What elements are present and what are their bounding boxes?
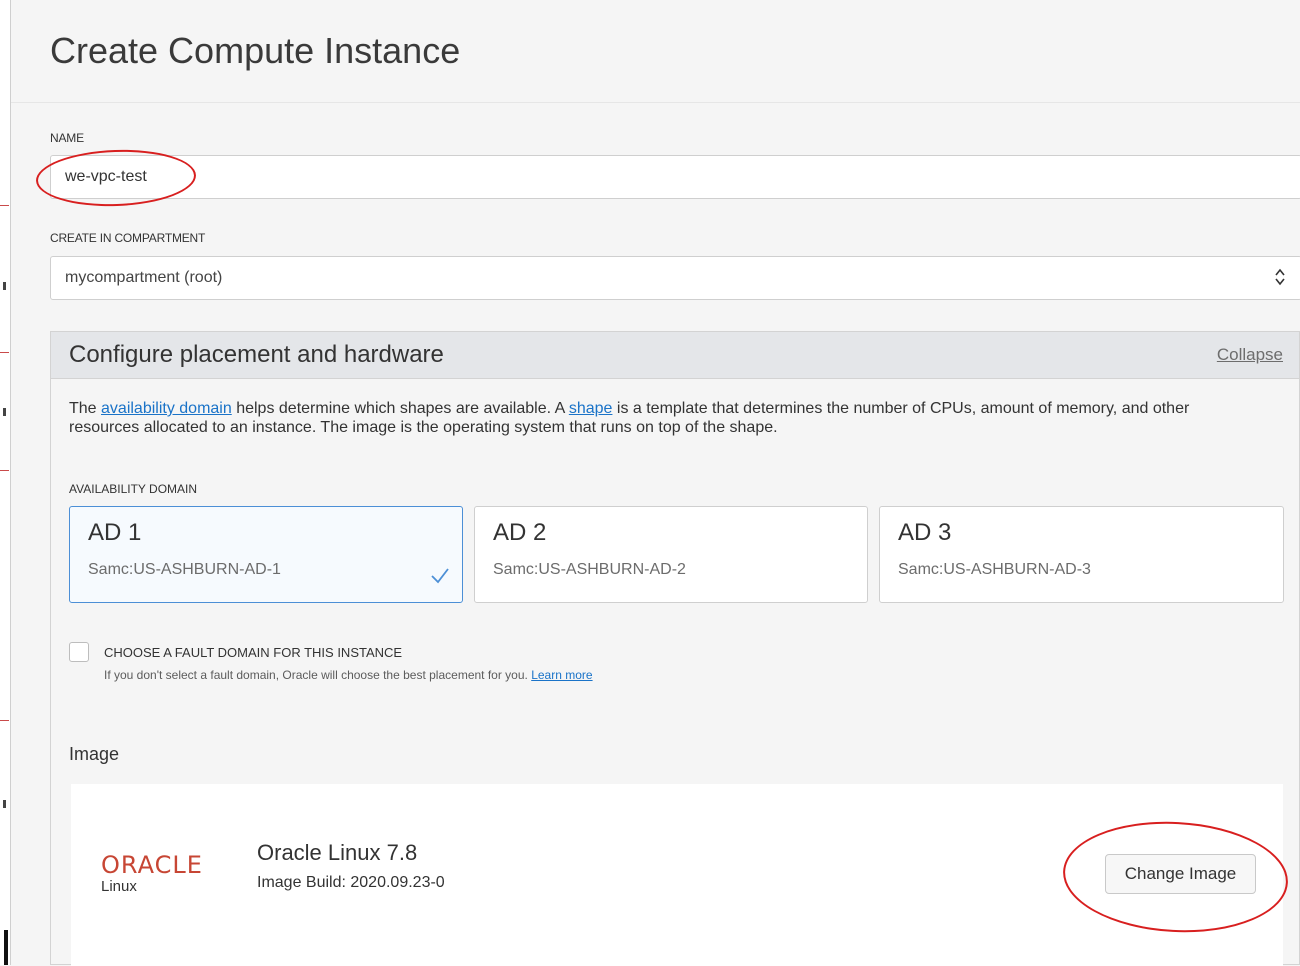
edge-tick: [0, 720, 9, 721]
image-heading: Image: [69, 744, 120, 764]
oracle-linux-logo: ORACLE Linux: [101, 852, 203, 895]
placement-description: The availability domain helps determine …: [69, 399, 1249, 437]
ad-option-1[interactable]: AD 1 Samc:US-ASHBURN-AD-1: [69, 506, 463, 603]
image-build: Image Build: 2020.09.23-0: [257, 874, 445, 891]
left-page-edge: [0, 0, 11, 965]
edge-mark: [3, 800, 6, 808]
fault-help-text: If you don't select a fault domain, Orac…: [104, 668, 528, 682]
desc-text: helps determine which shapes are availab…: [231, 400, 569, 417]
compartment-select-value: mycompartment (root): [65, 269, 223, 286]
checkmark-icon: [431, 568, 449, 584]
ad-id: Samc:US-ASHBURN-AD-3: [898, 561, 1091, 578]
oracle-logo-sub: Linux: [101, 878, 137, 895]
panel-title: Configure placement and hardware: [69, 341, 444, 368]
ad-name: AD 1: [88, 519, 142, 546]
compartment-label: CREATE IN COMPARTMENT: [50, 231, 206, 245]
fault-domain-checkbox[interactable]: [69, 642, 89, 662]
collapse-link[interactable]: Collapse: [1217, 345, 1283, 365]
page-title: Create Compute Instance: [50, 30, 461, 71]
fault-domain-help: If you don't select a fault domain, Orac…: [104, 668, 593, 682]
shape-link[interactable]: shape: [569, 400, 613, 417]
ad-option-2[interactable]: AD 2 Samc:US-ASHBURN-AD-2: [474, 506, 868, 603]
fault-domain-label: CHOOSE A FAULT DOMAIN FOR THIS INSTANCE: [104, 645, 403, 660]
placement-panel-header: Configure placement and hardware Collaps…: [51, 332, 1299, 379]
desc-text: The: [69, 400, 102, 417]
image-card: ORACLE Linux Oracle Linux 7.8 Image Buil…: [71, 784, 1283, 966]
name-input[interactable]: we-vpc-test: [50, 155, 1300, 199]
ad-option-3[interactable]: AD 3 Samc:US-ASHBURN-AD-3: [879, 506, 1284, 603]
edge-mark: [3, 408, 6, 416]
name-input-value: we-vpc-test: [65, 168, 147, 185]
ad-name: AD 3: [898, 519, 952, 546]
header-divider: [11, 102, 1300, 103]
ad-id: Samc:US-ASHBURN-AD-1: [88, 561, 281, 578]
edge-black-bar: [4, 930, 8, 965]
edge-tick: [0, 205, 9, 206]
change-image-button[interactable]: Change Image: [1105, 854, 1256, 894]
image-name: Oracle Linux 7.8: [257, 840, 418, 865]
edge-tick: [0, 470, 9, 471]
edge-mark: [3, 282, 6, 290]
chevron-up-down-icon: [1275, 268, 1285, 286]
oracle-logo-word: ORACLE: [101, 851, 203, 879]
ad-id: Samc:US-ASHBURN-AD-2: [493, 561, 686, 578]
placement-panel: Configure placement and hardware Collaps…: [50, 331, 1300, 966]
name-label: NAME: [50, 131, 84, 145]
availability-domain-link[interactable]: availability domain: [101, 400, 232, 417]
learn-more-link[interactable]: Learn more: [531, 668, 592, 682]
availability-domain-label: AVAILABILITY DOMAIN: [69, 482, 198, 496]
compartment-select[interactable]: mycompartment (root): [50, 256, 1300, 300]
ad-name: AD 2: [493, 519, 547, 546]
edge-tick: [0, 352, 9, 353]
